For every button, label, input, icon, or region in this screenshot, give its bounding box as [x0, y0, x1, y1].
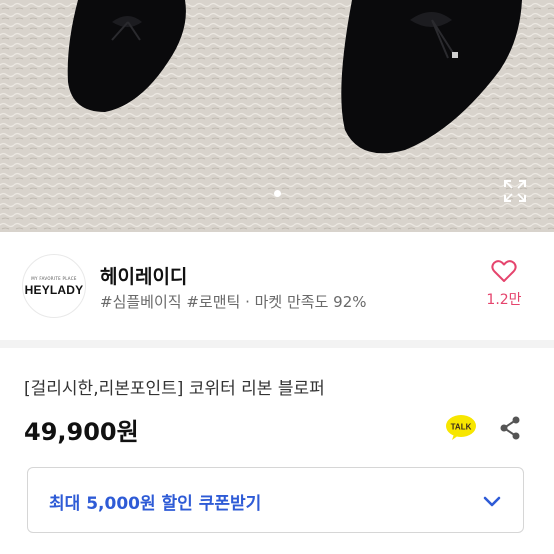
pagination-dot[interactable]: [273, 190, 281, 197]
heart-icon: [491, 260, 517, 282]
coupon-label: 최대 5,000원 할인 쿠폰받기: [49, 494, 262, 514]
product-price: 49,900원: [24, 418, 139, 446]
kakao-talk-icon[interactable]: TALK: [446, 414, 476, 440]
brand-logo-text: HEYLADY: [24, 282, 84, 297]
brand-logo[interactable]: MY FAVORITE PLACE HEYLADY: [22, 254, 86, 318]
expand-icon[interactable]: [502, 178, 528, 204]
share-icon[interactable]: [498, 415, 522, 441]
like-button[interactable]: 1.2만: [480, 259, 528, 309]
brand-logo-subtext: MY FAVORITE PLACE: [31, 275, 77, 281]
product-photo: [0, 0, 554, 232]
product-image[interactable]: [0, 0, 554, 232]
product-title: [걸리시한,리본포인트] 코위터 리본 블로퍼: [24, 379, 325, 399]
section-divider: [0, 340, 554, 348]
kakao-talk-label: TALK: [451, 423, 472, 432]
gallery-pagination: [0, 190, 554, 197]
like-count: 1.2만: [486, 292, 522, 308]
brand-section: MY FAVORITE PLACE HEYLADY 헤이레이디 #심플베이직 #…: [0, 232, 554, 336]
chevron-down-icon: [483, 496, 501, 507]
brand-name[interactable]: 헤이레이디: [100, 262, 187, 289]
brand-tags: #심플베이직 #로맨틱 · 마켓 만족도 92%: [100, 293, 367, 311]
coupon-button[interactable]: 최대 5,000원 할인 쿠폰받기: [27, 467, 524, 533]
